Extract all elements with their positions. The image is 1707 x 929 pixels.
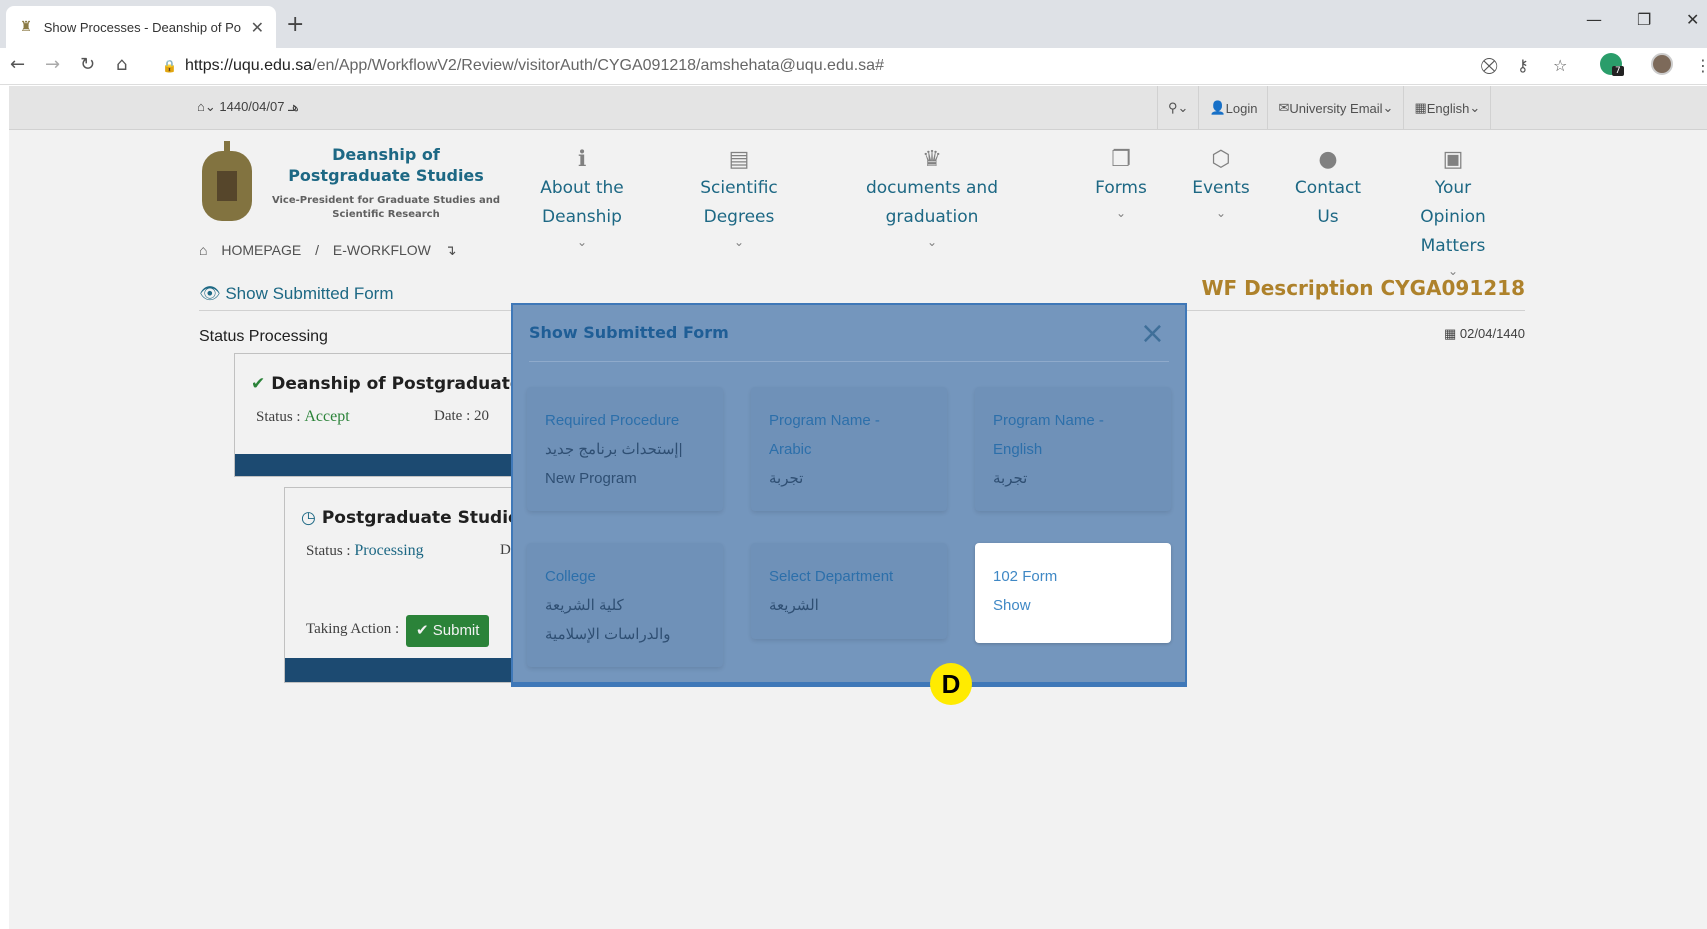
bookmark-star-icon[interactable]: ☆: [1553, 56, 1567, 75]
browser-toolbar: ← → ↻ ⌂ 🔒 https://uqu.edu.sa/en/App/Work…: [0, 48, 1707, 85]
close-icon[interactable]: ×: [1140, 319, 1165, 349]
modal-title: Show Submitted Form: [529, 323, 729, 342]
tab-title: Show Processes - Deanship of Po: [43, 19, 241, 35]
window-close-icon[interactable]: ✕: [1686, 10, 1699, 29]
back-icon[interactable]: ←: [10, 54, 25, 75]
address-bar[interactable]: 🔒 https://uqu.edu.sa/en/App/WorkflowV2/R…: [150, 51, 1485, 81]
field-program-name-english: Program Name - English تجربة: [975, 387, 1171, 511]
profile-avatar[interactable]: [1651, 53, 1673, 75]
browser-tab[interactable]: ♜ Show Processes - Deanship of Po ✕: [6, 6, 276, 48]
key-icon[interactable]: ⚷: [1517, 56, 1529, 75]
lock-icon: 🔒: [162, 59, 177, 73]
field-required-procedure: Required Procedure إستحداث برنامج جديد| …: [527, 387, 723, 511]
field-select-department: Select Department الشريعة: [751, 543, 947, 639]
submitted-form-modal: Show Submitted Form × Required Procedure…: [511, 303, 1187, 687]
home-icon[interactable]: ⌂: [116, 54, 127, 75]
reload-icon[interactable]: ↻: [80, 54, 95, 75]
page: ⌂⌄ 1440/04/07 هـ ⚲ ⌄ 👤 Login ✉ University E…: [9, 86, 1707, 929]
show-form-link[interactable]: Show: [993, 591, 1153, 620]
annotation-marker: D: [930, 663, 972, 705]
browser-tab-strip: ♜ Show Processes - Deanship of Po ✕ + — …: [0, 0, 1707, 48]
site-favicon-icon: ♜: [19, 19, 33, 35]
blocked-cookie-icon[interactable]: ⛒: [1481, 56, 1497, 76]
tab-close-icon[interactable]: ✕: [251, 18, 264, 37]
minimize-icon[interactable]: —: [1586, 10, 1602, 29]
menu-dots-icon[interactable]: ⋮: [1695, 56, 1707, 75]
url-text: https://uqu.edu.sa/en/App/WorkflowV2/Rev…: [184, 57, 884, 74]
field-102-form: 102 Form Show: [975, 543, 1171, 643]
extension-count-badge: 7: [1612, 66, 1624, 76]
new-tab-icon[interactable]: +: [286, 12, 304, 37]
field-college: College كلية الشريعة والدراسات الإسلامية: [527, 543, 723, 667]
restore-icon[interactable]: ❐: [1637, 10, 1651, 29]
field-program-name-arabic: Program Name - Arabic تجربة: [751, 387, 947, 511]
modal-divider: [529, 361, 1169, 362]
forward-icon[interactable]: →: [45, 54, 60, 75]
